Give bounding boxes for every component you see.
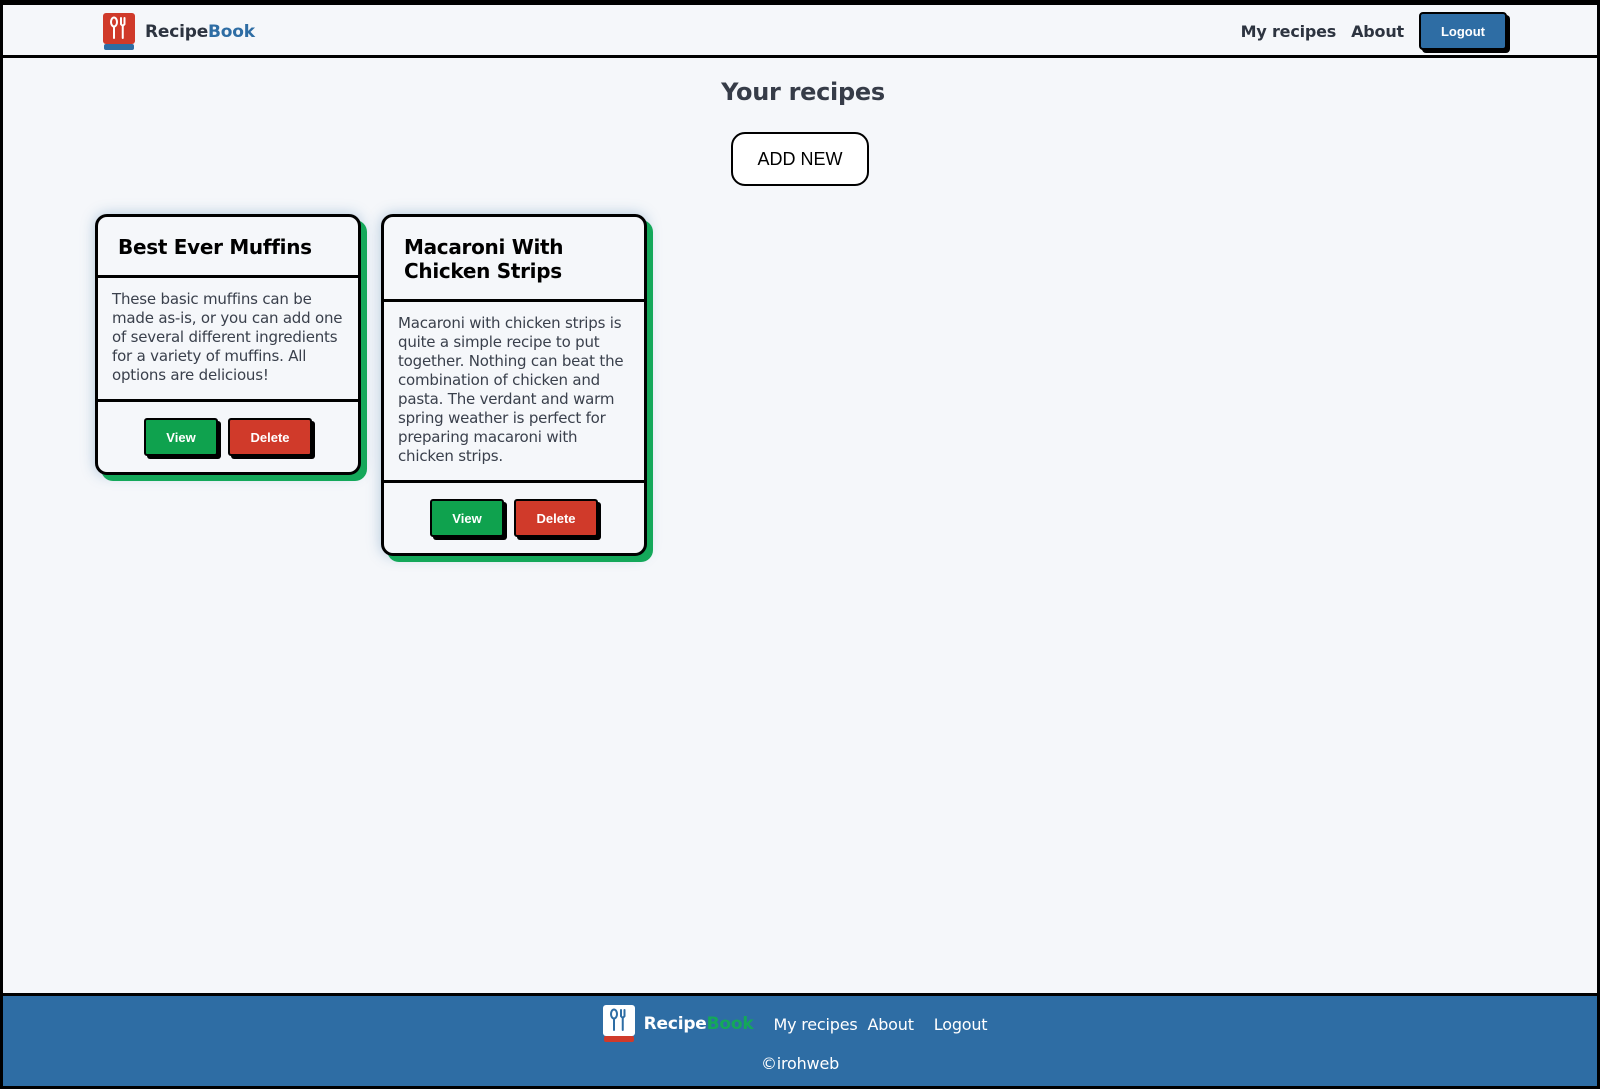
recipe-title: Best Ever Muffins [98, 217, 358, 278]
footer-link-about[interactable]: About [867, 1015, 914, 1034]
view-button[interactable]: View [430, 499, 504, 537]
brand-logo[interactable]: RecipeBook [103, 12, 255, 52]
nav-about[interactable]: About [1351, 22, 1404, 41]
delete-button[interactable]: Delete [228, 418, 312, 456]
recipe-description: These basic muffins can be made as-is, o… [98, 278, 358, 402]
top-header: RecipeBook My recipes About Logout [3, 5, 1597, 58]
copyright: ©irohweb [760, 1054, 840, 1073]
brand-name: RecipeBook [145, 22, 255, 42]
page-title: Your recipes [721, 78, 885, 106]
recipe-title: Macaroni With Chicken Strips [384, 217, 644, 302]
footer-link-my-recipes[interactable]: My recipes [773, 1015, 857, 1034]
app-frame: RecipeBook My recipes About Logout Your … [3, 5, 1597, 1086]
footer-link-logout[interactable]: Logout [934, 1015, 988, 1034]
brand-name-main: Recipe [145, 22, 209, 42]
footer-brand-name: RecipeBook [644, 1014, 754, 1034]
delete-button[interactable]: Delete [514, 499, 598, 537]
page-footer: RecipeBook My recipes About Logout ©iroh… [3, 993, 1597, 1086]
recipe-card: Best Ever Muffins These basic muffins ca… [95, 214, 361, 475]
add-new-button[interactable]: ADD NEW [731, 132, 869, 186]
logout-button[interactable]: Logout [1419, 12, 1507, 50]
fork-spoon-book-icon [103, 13, 135, 51]
main-nav: My recipes About Logout [1241, 11, 1507, 51]
brand-name-accent: Book [208, 22, 255, 42]
footer-brand-accent: Book [706, 1014, 754, 1034]
recipe-actions: View Delete [98, 402, 358, 472]
nav-my-recipes[interactable]: My recipes [1241, 22, 1337, 41]
view-button[interactable]: View [144, 418, 218, 456]
recipe-actions: View Delete [384, 483, 644, 553]
footer-brand-main: Recipe [643, 1014, 707, 1034]
recipe-card: Macaroni With Chicken Strips Macaroni wi… [381, 214, 647, 556]
recipe-description: Macaroni with chicken strips is quite a … [384, 302, 644, 483]
footer-logo[interactable]: RecipeBook [602, 1005, 754, 1043]
fork-spoon-book-icon [602, 1005, 635, 1043]
footer-nav: RecipeBook My recipes About Logout [3, 1004, 1597, 1044]
